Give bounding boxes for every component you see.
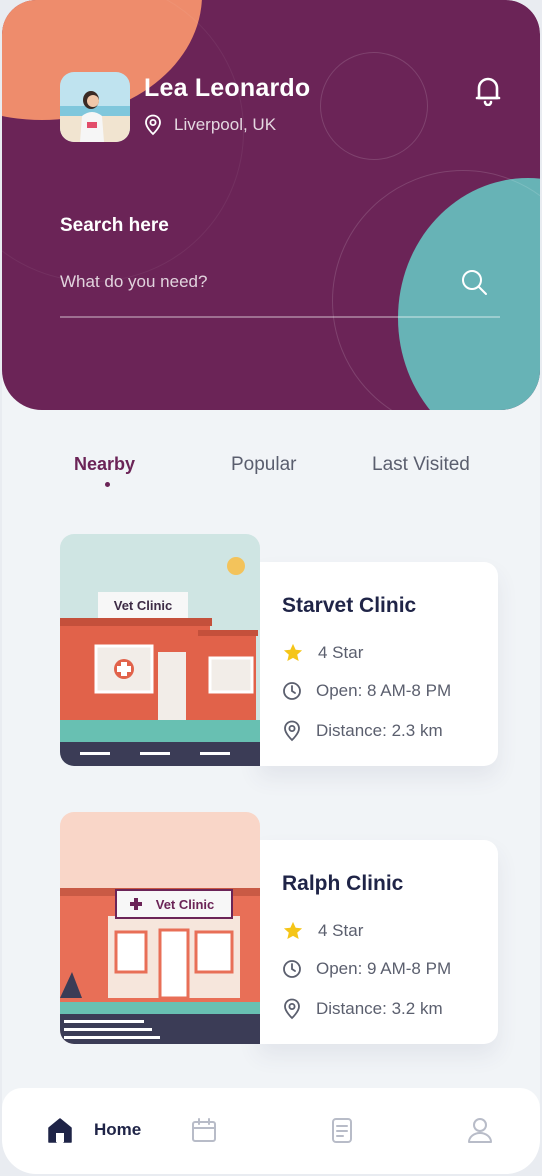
app-screen: Lea Leonardo Liverpool, UK Search here N… bbox=[2, 0, 540, 1174]
nav-profile[interactable] bbox=[466, 1116, 494, 1144]
nav-home-label: Home bbox=[94, 1120, 142, 1139]
bottom-nav: Home bbox=[2, 1088, 540, 1174]
clinic-name: Ralph Clinic bbox=[282, 872, 404, 895]
tab-popular[interactable]: Popular bbox=[231, 454, 297, 476]
location-pin-icon bbox=[284, 720, 300, 742]
clinic-rating: 4 Star bbox=[282, 920, 363, 942]
tab-last-visited[interactable]: Last Visited bbox=[372, 454, 470, 476]
search-input[interactable] bbox=[60, 264, 440, 300]
location-pin-icon bbox=[145, 114, 161, 136]
nav-calendar[interactable] bbox=[190, 1116, 218, 1144]
document-icon bbox=[332, 1118, 352, 1143]
clinic-sign-text: Vet Clinic bbox=[114, 598, 173, 613]
clinic-hours: Open: 9 AM-8 PM bbox=[282, 959, 451, 979]
clinic-hours-text: Open: 8 AM-8 PM bbox=[316, 681, 452, 700]
clinic-distance-text: Distance: 2.3 km bbox=[316, 721, 443, 740]
star-icon bbox=[283, 921, 303, 939]
bell-icon[interactable] bbox=[474, 74, 502, 106]
user-location: Liverpool, UK bbox=[144, 114, 276, 136]
clinic-image: Vet Clinic bbox=[60, 812, 260, 1044]
decor-ring bbox=[320, 52, 428, 160]
clinic-sign-text: Vet Clinic bbox=[156, 897, 215, 912]
clinic-distance: Distance: 2.3 km bbox=[282, 720, 443, 742]
clinic-rating-text: 4 Star bbox=[318, 643, 364, 662]
nav-home[interactable]: Home bbox=[46, 1116, 141, 1144]
location-pin-icon bbox=[284, 998, 300, 1020]
clock-icon bbox=[283, 960, 301, 978]
user-name: Lea Leonardo bbox=[144, 74, 311, 102]
profile-icon bbox=[468, 1118, 492, 1143]
clock-icon bbox=[283, 682, 301, 700]
clinic-rating: 4 Star bbox=[282, 642, 363, 664]
avatar[interactable] bbox=[60, 72, 130, 142]
active-tab-indicator bbox=[105, 482, 110, 487]
clinic-name: Starvet Clinic bbox=[282, 594, 417, 617]
clinic-card[interactable]: Vet Clinic Ralph Clinic 4 Star Open: 9 A… bbox=[60, 812, 500, 1044]
search-underline bbox=[60, 316, 500, 318]
tab-nearby[interactable]: Nearby bbox=[74, 454, 135, 475]
clinic-distance: Distance: 3.2 km bbox=[282, 998, 443, 1020]
user-location-text: Liverpool, UK bbox=[174, 115, 277, 134]
star-icon bbox=[283, 643, 303, 661]
home-icon bbox=[48, 1118, 72, 1143]
calendar-icon bbox=[192, 1118, 216, 1142]
decor-ring bbox=[2, 0, 244, 282]
nav-documents[interactable] bbox=[328, 1116, 356, 1144]
clinic-image: Vet Clinic bbox=[60, 534, 260, 766]
clinic-rating-text: 4 Star bbox=[318, 921, 364, 940]
clinic-hours-text: Open: 9 AM-8 PM bbox=[316, 959, 452, 978]
search-heading: Search here bbox=[60, 215, 169, 236]
header: Lea Leonardo Liverpool, UK Search here bbox=[2, 0, 540, 410]
search-icon[interactable] bbox=[460, 268, 488, 296]
clinic-hours: Open: 8 AM-8 PM bbox=[282, 681, 451, 701]
clinic-card[interactable]: Vet Clinic Starvet Clinic 4 Star Open: 8… bbox=[60, 534, 500, 766]
clinic-distance-text: Distance: 3.2 km bbox=[316, 999, 443, 1018]
